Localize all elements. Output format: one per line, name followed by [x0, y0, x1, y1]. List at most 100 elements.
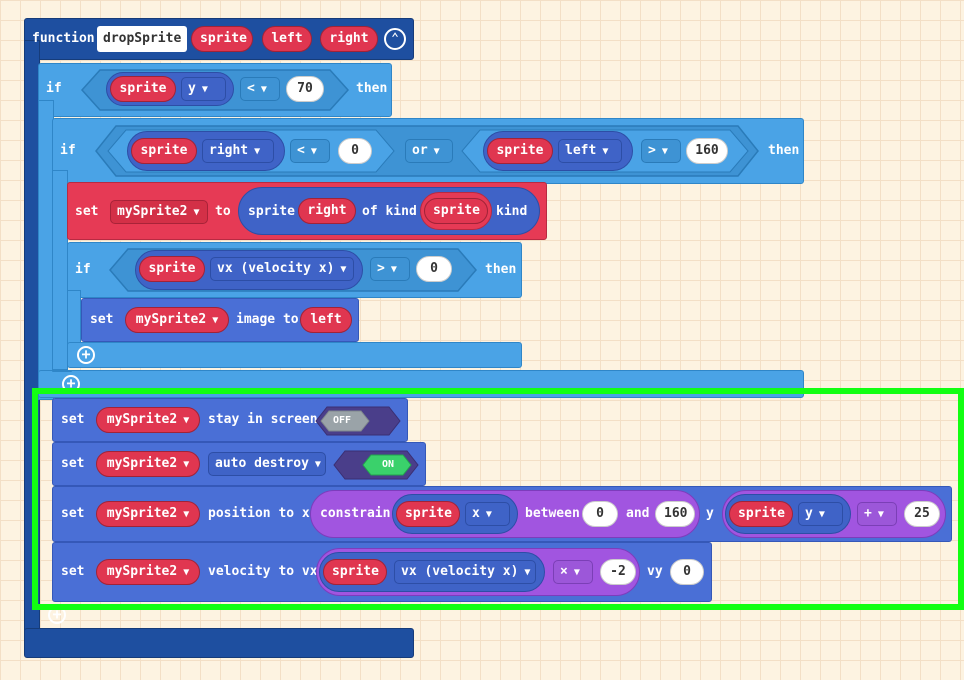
- caret-down-icon: ▼: [183, 459, 190, 470]
- auto-destroy-toggle[interactable]: ON: [371, 457, 405, 473]
- inner-if-prop-b-dropdown[interactable]: left ▼: [558, 139, 622, 163]
- set-sprite-kind-var-label: mySprite2: [117, 204, 188, 219]
- inner-if-prop-a-dropdown[interactable]: right ▼: [202, 139, 274, 163]
- vx-if-prop-dropdown[interactable]: vx (velocity x) ▼: [210, 257, 354, 281]
- set-sprite-kind-to: to: [215, 204, 231, 219]
- inner-if-rail: [52, 170, 68, 370]
- velocity-sprite-var[interactable]: sprite: [323, 559, 387, 585]
- position-to-x: position to x: [208, 506, 310, 521]
- velocity-factor-field[interactable]: -2: [600, 559, 636, 585]
- constrain-between: between: [525, 506, 580, 521]
- outer-if-sprite-var[interactable]: sprite: [110, 76, 176, 102]
- caret-down-icon: ▼: [254, 146, 261, 157]
- caret-down-icon: ▼: [310, 146, 317, 157]
- velocity-op-label: ×: [560, 564, 568, 579]
- inner-if-sprite-var-a[interactable]: sprite: [131, 138, 197, 164]
- function-keyword: function: [32, 31, 95, 46]
- caret-down-icon: ▼: [818, 509, 825, 520]
- outer-if-prop-dropdown[interactable]: y ▼: [181, 77, 226, 101]
- velocity-var-label: mySprite2: [106, 564, 178, 579]
- set-image-arg[interactable]: left: [300, 307, 352, 333]
- inner-if-prop-b-label: left: [565, 143, 597, 158]
- auto-destroy-flag-label: auto destroy: [215, 456, 309, 471]
- constrain-keyword: constrain: [320, 506, 391, 521]
- function-param-left[interactable]: left: [262, 26, 312, 52]
- auto-destroy-var-label: mySprite2: [106, 456, 178, 471]
- auto-destroy-set: set: [61, 456, 85, 471]
- y-sprite-var[interactable]: sprite: [729, 501, 793, 527]
- caret-down-icon: ▼: [201, 84, 208, 95]
- position-var-dropdown[interactable]: mySprite2 ▼: [96, 501, 200, 527]
- velocity-set: set: [61, 564, 85, 579]
- vx-if-rail: [67, 290, 81, 350]
- inner-if-keyword: if: [60, 143, 76, 158]
- function-param-right[interactable]: right: [320, 26, 378, 52]
- stay-in-screen-set: set: [61, 412, 85, 427]
- constrain-min-field[interactable]: 0: [582, 501, 618, 527]
- velocity-prop-dropdown[interactable]: vx (velocity x) ▼: [394, 560, 536, 584]
- caret-down-icon: ▼: [602, 146, 609, 157]
- inner-if-op-a-dropdown[interactable]: < ▼: [290, 139, 330, 163]
- stay-in-screen-var-dropdown[interactable]: mySprite2 ▼: [96, 407, 200, 433]
- inner-if-op-a-label: <: [297, 143, 305, 158]
- inner-if-prop-a-label: right: [209, 143, 249, 158]
- inner-if-footer: [52, 370, 72, 372]
- chevron-up-icon[interactable]: ⌃: [384, 28, 406, 50]
- outer-if-value-field[interactable]: 70: [286, 76, 324, 102]
- outer-if-op-label: <: [247, 81, 255, 96]
- velocity-vy-field[interactable]: 0: [670, 559, 704, 585]
- auto-destroy-var-dropdown[interactable]: mySprite2 ▼: [96, 451, 200, 477]
- y-addend-field[interactable]: 25: [904, 501, 940, 527]
- set-sprite-kind-var-dropdown[interactable]: mySprite2 ▼: [110, 200, 208, 224]
- caret-down-icon: ▼: [193, 207, 200, 218]
- outer-if-footer: [38, 370, 804, 398]
- inner-if-then: then: [768, 143, 800, 158]
- caret-down-icon: ▼: [877, 509, 884, 520]
- vx-if-op-dropdown[interactable]: > ▼: [370, 257, 410, 281]
- inner-if-logic-label: or: [412, 143, 428, 158]
- set-image-var-dropdown[interactable]: mySprite2 ▼: [125, 307, 229, 333]
- inner-if-logic-dropdown[interactable]: or ▼: [405, 139, 453, 163]
- plus-circle-icon[interactable]: +: [77, 346, 95, 364]
- vx-if-sprite-var[interactable]: sprite: [139, 256, 205, 282]
- function-name-field[interactable]: dropSprite: [97, 26, 188, 52]
- caret-down-icon: ▼: [390, 264, 397, 275]
- y-op-dropdown[interactable]: + ▼: [857, 502, 897, 526]
- vx-if-footer: [67, 342, 522, 368]
- position-var-label: mySprite2: [106, 506, 178, 521]
- constrain-max-field[interactable]: 160: [655, 501, 695, 527]
- constrain-sprite-var[interactable]: sprite: [396, 501, 460, 527]
- inner-if-value-a-field[interactable]: 0: [338, 138, 372, 164]
- velocity-prop-label: vx (velocity x): [401, 564, 519, 579]
- outer-if-keyword: if: [46, 81, 62, 96]
- velocity-to-vx: velocity to vx: [208, 564, 318, 579]
- auto-destroy-flag-dropdown[interactable]: auto destroy ▼: [208, 452, 326, 476]
- caret-down-icon: ▼: [433, 146, 440, 157]
- inner-if-op-b-label: >: [648, 143, 656, 158]
- sprite-of-kind-of-kind: of kind: [362, 204, 417, 219]
- velocity-op-dropdown[interactable]: × ▼: [553, 560, 593, 584]
- velocity-var-dropdown[interactable]: mySprite2 ▼: [96, 559, 200, 585]
- y-prop-dropdown[interactable]: y ▼: [798, 502, 843, 526]
- constrain-prop-dropdown[interactable]: x ▼: [465, 502, 510, 526]
- vx-if-value-field[interactable]: 0: [416, 256, 452, 282]
- plus-circle-icon[interactable]: +: [62, 375, 80, 393]
- stay-in-screen-flag: stay in screen: [208, 412, 318, 427]
- function-param-sprite[interactable]: sprite: [191, 26, 253, 52]
- stay-in-screen-toggle[interactable]: OFF: [325, 413, 359, 429]
- sprite-of-kind-keyword: sprite: [248, 204, 295, 219]
- caret-down-icon: ▼: [212, 315, 219, 326]
- caret-down-icon: ▼: [260, 84, 267, 95]
- inner-if-value-b-field[interactable]: 160: [686, 138, 728, 164]
- inner-if-sprite-var-b[interactable]: sprite: [487, 138, 553, 164]
- caret-down-icon: ▼: [524, 567, 531, 578]
- outer-if-op-dropdown[interactable]: < ▼: [240, 77, 280, 101]
- sprite-kind-var[interactable]: sprite: [424, 198, 488, 224]
- sprite-of-kind-arg[interactable]: right: [298, 198, 356, 224]
- plus-circle-icon[interactable]: +: [48, 606, 66, 624]
- caret-down-icon: ▼: [314, 459, 321, 470]
- vx-if-op-label: >: [377, 261, 385, 276]
- inner-if-op-b-dropdown[interactable]: > ▼: [641, 139, 681, 163]
- y-prop-label: y: [805, 506, 813, 521]
- velocity-vy: vy: [647, 564, 663, 579]
